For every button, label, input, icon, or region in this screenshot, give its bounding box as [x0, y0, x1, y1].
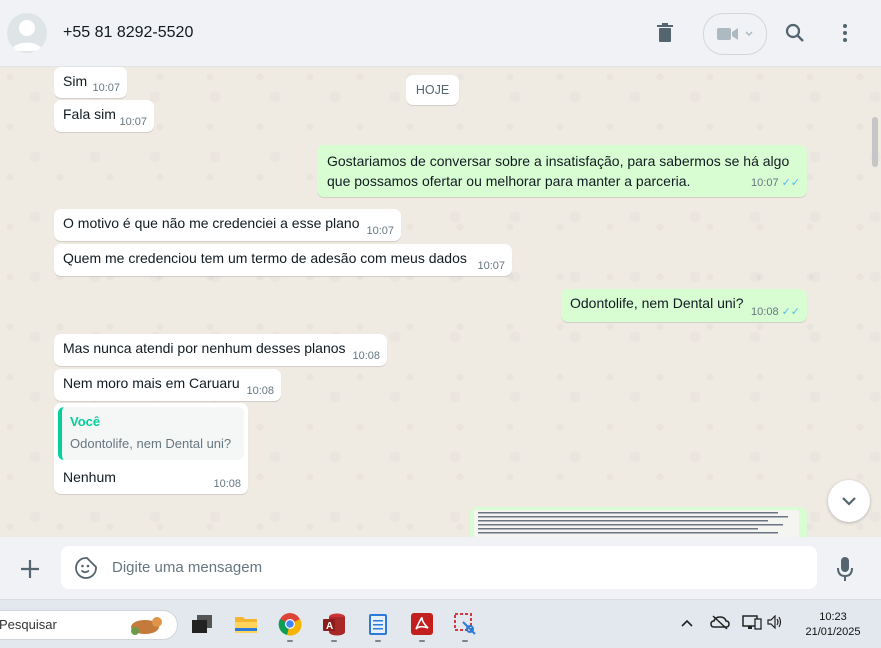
- read-receipt-icon: ✓✓: [781, 306, 800, 318]
- message-incoming[interactable]: Nem moro mais em Caruaru 10:08: [54, 369, 281, 401]
- message-time: 10:07 ✓✓: [751, 173, 800, 193]
- chat-panel: HOJE Sim 10:07 Fala sim 10:07 Gostariamo…: [0, 67, 881, 537]
- message-time: 10:08: [213, 478, 241, 490]
- quote-text: Odontolife, nem Dental uni?: [70, 436, 232, 451]
- message-outgoing[interactable]: Odontolife, nem Dental uni? 10:08 ✓✓: [561, 289, 807, 322]
- running-indicator: [287, 640, 293, 642]
- message-incoming-reply[interactable]: Você Odontolife, nem Dental uni? Nenhum …: [54, 403, 248, 494]
- chrome-icon[interactable]: [277, 611, 303, 637]
- snipping-tool-icon[interactable]: [452, 611, 478, 637]
- taskbar-search[interactable]: Pesquisar: [0, 610, 178, 640]
- taskbar-search-placeholder: Pesquisar: [0, 617, 57, 632]
- file-explorer-icon[interactable]: [233, 611, 259, 637]
- message-incoming[interactable]: O motivo é que não me credenciei a esse …: [54, 209, 401, 241]
- message-text: Nem moro mais em Caruaru: [63, 375, 240, 391]
- notepad-icon[interactable]: [365, 611, 391, 637]
- message-incoming[interactable]: Sim 10:07: [54, 67, 127, 98]
- message-incoming[interactable]: Mas nunca atendi por nenhum desses plano…: [54, 334, 387, 366]
- video-call-button[interactable]: [703, 13, 767, 55]
- message-time: 10:08 ✓✓: [751, 306, 800, 318]
- task-view-icon[interactable]: [189, 611, 215, 637]
- search-icon[interactable]: [782, 20, 808, 46]
- network-icon[interactable]: [742, 614, 762, 635]
- running-indicator: [331, 640, 337, 642]
- message-time: 10:07: [366, 225, 394, 237]
- scroll-to-bottom-button[interactable]: [828, 480, 870, 522]
- microphone-icon[interactable]: [836, 556, 854, 582]
- running-indicator: [419, 640, 425, 642]
- running-indicator: [462, 640, 468, 642]
- show-hidden-icons-chevron-icon[interactable]: [680, 616, 694, 631]
- volume-icon[interactable]: [767, 614, 783, 632]
- svg-text:A: A: [326, 621, 333, 632]
- chevron-down-icon: [745, 31, 753, 37]
- message-text-line: Gostariamos de conversar sobre a insatis…: [327, 153, 790, 169]
- menu-icon[interactable]: [832, 20, 858, 46]
- chat-scrollbar[interactable]: [872, 117, 878, 167]
- access-icon[interactable]: A: [321, 611, 347, 637]
- message-text: Sim: [63, 73, 88, 89]
- message-text: Odontolife, nem Dental uni?: [570, 295, 744, 311]
- image-attachment-message[interactable]: [470, 507, 807, 537]
- clock-time: 10:23: [819, 611, 847, 623]
- message-text: Nenhum: [63, 469, 116, 485]
- clock-date: 21/01/2025: [805, 626, 861, 638]
- onedrive-offline-icon[interactable]: [710, 614, 730, 633]
- avatar-placeholder-icon: [12, 20, 42, 51]
- contact-name[interactable]: +55 81 8292-5520: [63, 24, 193, 42]
- contact-avatar[interactable]: [7, 13, 47, 53]
- quote-author: Você: [70, 414, 101, 429]
- date-chip: HOJE: [406, 75, 459, 105]
- message-time: 10:07: [477, 260, 505, 272]
- message-text: O motivo é que não me credenciei a esse …: [63, 215, 360, 231]
- message-outgoing[interactable]: Gostariamos de conversar sobre a insatis…: [317, 145, 807, 197]
- read-receipt-icon: ✓✓: [781, 177, 800, 189]
- message-input[interactable]: Digite uma mensagem: [61, 546, 817, 589]
- chevron-down-icon: [842, 497, 856, 506]
- message-incoming[interactable]: Fala sim 10:07: [54, 100, 154, 132]
- search-highlight-icon: [131, 617, 162, 635]
- plus-icon[interactable]: [19, 558, 41, 580]
- sticker-icon[interactable]: [74, 556, 98, 580]
- acrobat-icon[interactable]: [409, 611, 435, 637]
- message-composer: Digite uma mensagem: [0, 537, 881, 599]
- system-clock[interactable]: 10:23 21/01/2025: [800, 610, 866, 640]
- message-incoming[interactable]: Quem me credenciou tem um termo de adesã…: [54, 244, 512, 276]
- message-time: 10:07: [92, 82, 120, 94]
- message-text: Quem me credenciou tem um termo de adesã…: [63, 250, 467, 266]
- message-time: 10:08: [246, 385, 274, 397]
- message-time: 10:07: [119, 116, 147, 128]
- document-image-preview: [474, 510, 799, 537]
- message-text: Fala sim: [63, 106, 116, 122]
- delete-icon[interactable]: [652, 20, 678, 46]
- chat-header: +55 81 8292-5520: [0, 0, 881, 67]
- message-time: 10:08: [352, 350, 380, 362]
- windows-taskbar: Pesquisar A 10:23 21/01/2025: [0, 599, 881, 648]
- quoted-message[interactable]: Você Odontolife, nem Dental uni?: [58, 407, 244, 460]
- message-text: Mas nunca atendi por nenhum desses plano…: [63, 340, 346, 356]
- message-text-line: que possamos ofertar ou melhorar para ma…: [327, 173, 691, 189]
- message-input-placeholder: Digite uma mensagem: [112, 559, 263, 576]
- video-call-icon: [717, 28, 738, 40]
- running-indicator: [375, 640, 381, 642]
